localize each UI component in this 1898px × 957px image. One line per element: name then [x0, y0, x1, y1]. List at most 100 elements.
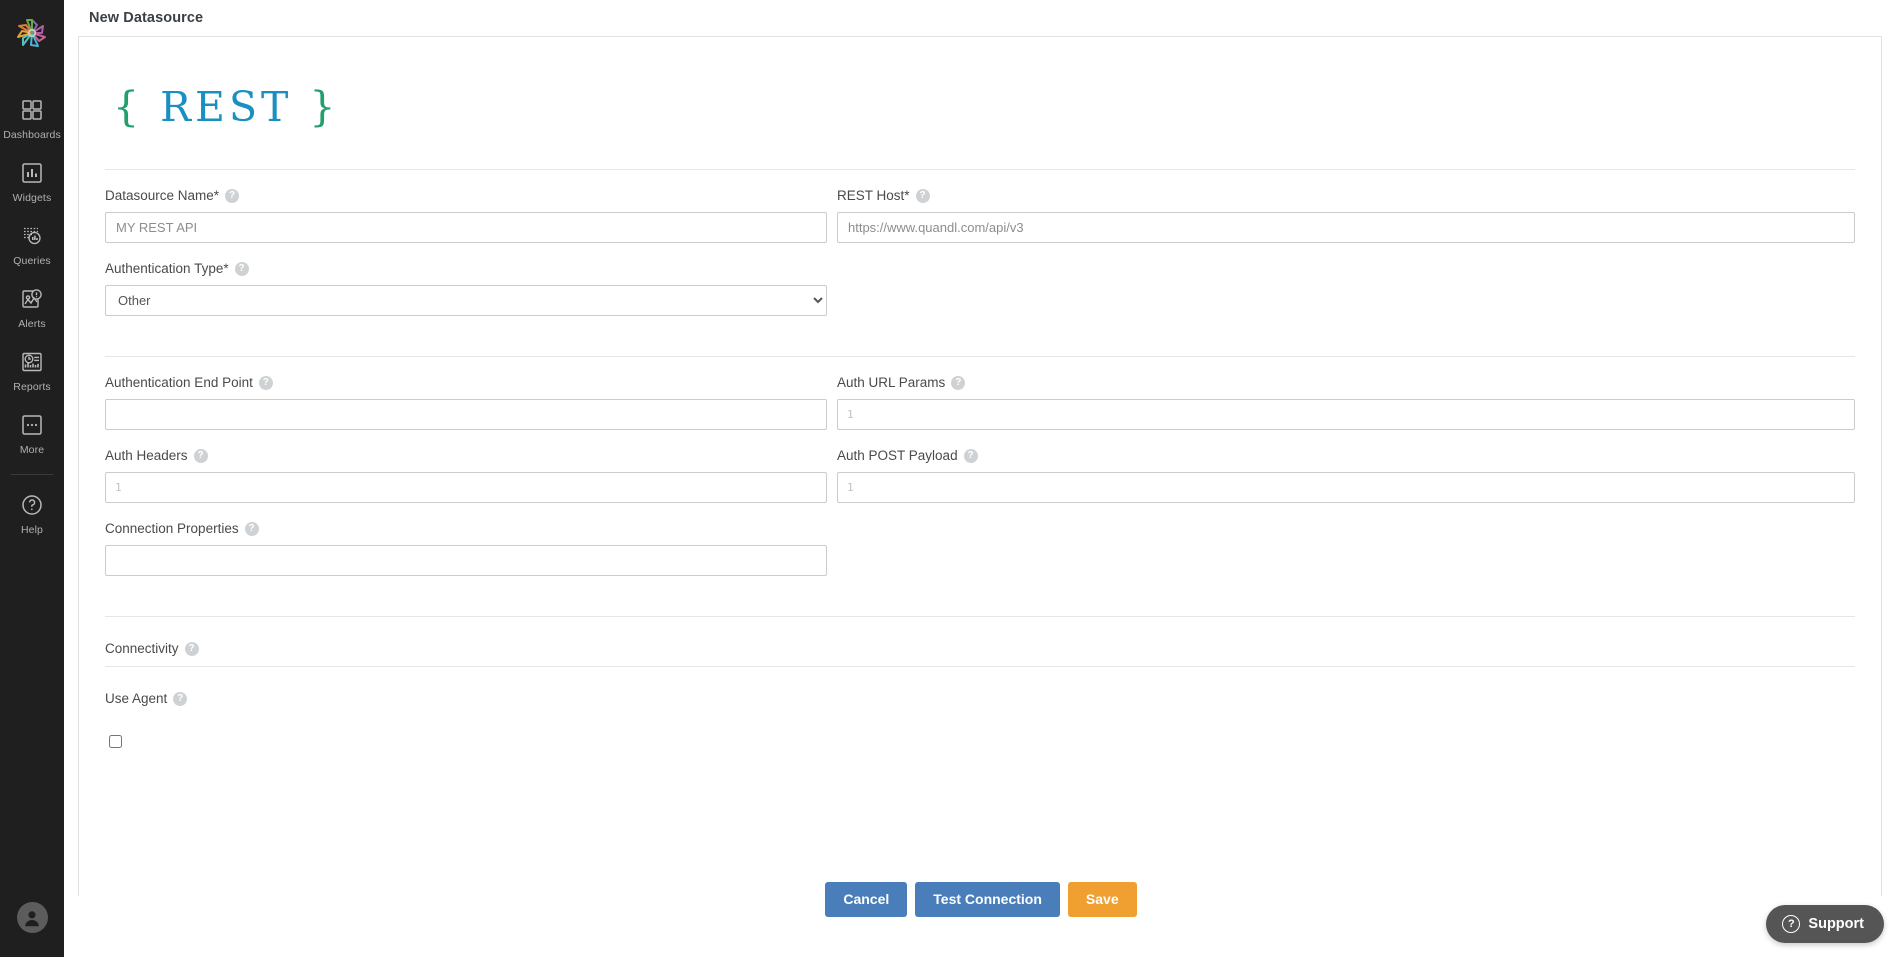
- form-action-bar: Cancel Test Connection Save: [64, 882, 1898, 917]
- content-scroll-area: { REST } Datasource Name* ?: [64, 36, 1898, 957]
- form-row-4: Auth Headers ? 1 Auth: [105, 430, 1855, 503]
- app-logo[interactable]: [10, 12, 54, 56]
- auth-headers-editor[interactable]: 1: [105, 472, 827, 503]
- rest-logo-word: REST: [160, 83, 292, 131]
- label-text-auth-post-payload: Auth POST Payload: [837, 448, 958, 464]
- sidebar-account[interactable]: [0, 902, 64, 933]
- widgets-barchart-icon: [17, 158, 47, 188]
- sidebar-item-more[interactable]: More: [0, 401, 64, 464]
- cancel-button[interactable]: Cancel: [825, 882, 907, 917]
- label-auth-headers: Auth Headers ?: [105, 448, 827, 464]
- sidebar-item-label-dashboards: Dashboards: [3, 129, 61, 141]
- label-text-auth-type: Authentication Type*: [105, 261, 229, 277]
- alerts-bell-chart-icon: [17, 284, 47, 314]
- rest-logo: { REST }: [79, 37, 1881, 169]
- sidebar-item-label-help: Help: [21, 524, 43, 536]
- sidebar-item-label-alerts: Alerts: [18, 318, 45, 330]
- queries-magnifier-icon: [17, 221, 47, 251]
- form-body: Datasource Name* ? REST Host* ?: [79, 170, 1881, 761]
- field-group-auth-headers: Auth Headers ? 1: [105, 430, 827, 503]
- datasource-name-input[interactable]: [105, 212, 827, 243]
- field-auth-headers: Auth Headers ? 1: [105, 430, 827, 503]
- help-icon-rest-host[interactable]: ?: [916, 189, 930, 203]
- auth-url-params-gutter-line: 1: [847, 408, 854, 421]
- auth-post-payload-editor[interactable]: 1: [837, 472, 1855, 503]
- form-row-1: Datasource Name* ? REST Host* ?: [105, 170, 1855, 243]
- label-text-datasource-name: Datasource Name*: [105, 188, 219, 204]
- help-icon-datasource-name[interactable]: ?: [225, 189, 239, 203]
- help-icon-auth-url-params[interactable]: ?: [951, 376, 965, 390]
- user-avatar-icon: [17, 902, 48, 933]
- rest-brace-close: }: [309, 83, 339, 131]
- label-auth-endpoint: Authentication End Point ?: [105, 375, 827, 391]
- label-text-auth-url-params: Auth URL Params: [837, 375, 945, 391]
- rest-host-input[interactable]: [837, 212, 1855, 243]
- page-title: New Datasource: [89, 10, 203, 26]
- label-auth-post-payload: Auth POST Payload ?: [837, 448, 1855, 464]
- help-icon-auth-post-payload[interactable]: ?: [964, 449, 978, 463]
- form-row-5-spacer: [837, 503, 1855, 576]
- save-button[interactable]: Save: [1068, 882, 1137, 917]
- knowi-star-logo-icon: [14, 16, 50, 52]
- auth-post-payload-gutter-line: 1: [847, 481, 854, 494]
- form-row-2: Authentication Type* ? Other: [105, 243, 1855, 316]
- help-question-icon: [17, 490, 47, 520]
- field-group-auth-endpoint: Authentication End Point ?: [105, 357, 827, 430]
- field-group-connection-properties: Connection Properties ?: [105, 503, 827, 576]
- label-text-auth-headers: Auth Headers: [105, 448, 188, 464]
- use-agent-checkbox[interactable]: [109, 735, 122, 748]
- help-icon-connectivity[interactable]: ?: [185, 642, 199, 656]
- label-auth-url-params: Auth URL Params ?: [837, 375, 1855, 391]
- test-connection-button[interactable]: Test Connection: [915, 882, 1060, 917]
- help-icon-use-agent[interactable]: ?: [173, 692, 187, 706]
- help-icon-auth-endpoint[interactable]: ?: [259, 376, 273, 390]
- field-auth-post-payload: Auth POST Payload ? 1: [837, 430, 1855, 503]
- field-auth-endpoint: Authentication End Point ?: [105, 357, 827, 430]
- field-datasource-name: Datasource Name* ?: [105, 170, 827, 243]
- reports-clock-icon: [17, 347, 47, 377]
- connection-properties-input[interactable]: [105, 545, 827, 576]
- sidebar-item-alerts[interactable]: Alerts: [0, 275, 64, 338]
- label-text-rest-host: REST Host*: [837, 188, 910, 204]
- field-group-datasource-name: Datasource Name* ?: [105, 170, 827, 243]
- help-icon-auth-type[interactable]: ?: [235, 262, 249, 276]
- sidebar-item-help[interactable]: Help: [0, 481, 64, 544]
- sidebar-item-label-more: More: [20, 444, 44, 456]
- field-rest-host: REST Host* ?: [837, 170, 1855, 243]
- label-use-agent: Use Agent ?: [105, 667, 1855, 716]
- sidebar-item-widgets[interactable]: Widgets: [0, 149, 64, 212]
- sidebar-item-label-widgets: Widgets: [13, 192, 52, 204]
- label-text-connectivity: Connectivity: [105, 641, 179, 656]
- sidebar-item-queries[interactable]: Queries: [0, 212, 64, 275]
- field-group-auth-post-payload: Auth POST Payload ? 1: [837, 430, 1855, 503]
- auth-url-params-editor[interactable]: 1: [837, 399, 1855, 430]
- section-spacer-connectivity: [105, 576, 1855, 616]
- form-row-2-spacer: [837, 243, 1855, 316]
- sidebar-item-dashboards[interactable]: Dashboards: [0, 86, 64, 149]
- field-group-auth-url-params: Auth URL Params ? 1: [837, 357, 1855, 430]
- main-region: New Datasource { REST } Datasource Name*: [64, 0, 1898, 957]
- field-group-rest-host: REST Host* ?: [837, 170, 1855, 243]
- dashboards-grid-icon: [17, 95, 47, 125]
- label-datasource-name: Datasource Name* ?: [105, 188, 827, 204]
- support-button-label: Support: [1808, 916, 1864, 932]
- sidebar-item-reports[interactable]: Reports: [0, 338, 64, 401]
- auth-headers-gutter-line: 1: [115, 481, 122, 494]
- help-icon-auth-headers[interactable]: ?: [194, 449, 208, 463]
- form-row-3: Authentication End Point ? Auth URL Para…: [105, 357, 1855, 430]
- auth-endpoint-input[interactable]: [105, 399, 827, 430]
- label-connectivity: Connectivity ?: [105, 617, 1855, 666]
- auth-type-select[interactable]: Other: [105, 285, 827, 316]
- more-ellipsis-icon: [17, 410, 47, 440]
- left-sidebar: Dashboards Widgets: [0, 0, 64, 957]
- support-button[interactable]: ? Support: [1766, 905, 1884, 943]
- datasource-form-card: { REST } Datasource Name* ?: [78, 36, 1882, 896]
- question-mark-circle-icon: ?: [1782, 915, 1800, 933]
- form-row-5: Connection Properties ?: [105, 503, 1855, 576]
- label-connection-properties: Connection Properties ?: [105, 521, 827, 537]
- use-agent-checkbox-row: [105, 716, 1855, 761]
- field-auth-url-params: Auth URL Params ? 1: [837, 357, 1855, 430]
- sidebar-item-label-queries: Queries: [13, 255, 50, 267]
- field-auth-type: Authentication Type* ? Other: [105, 243, 827, 316]
- help-icon-connection-properties[interactable]: ?: [245, 522, 259, 536]
